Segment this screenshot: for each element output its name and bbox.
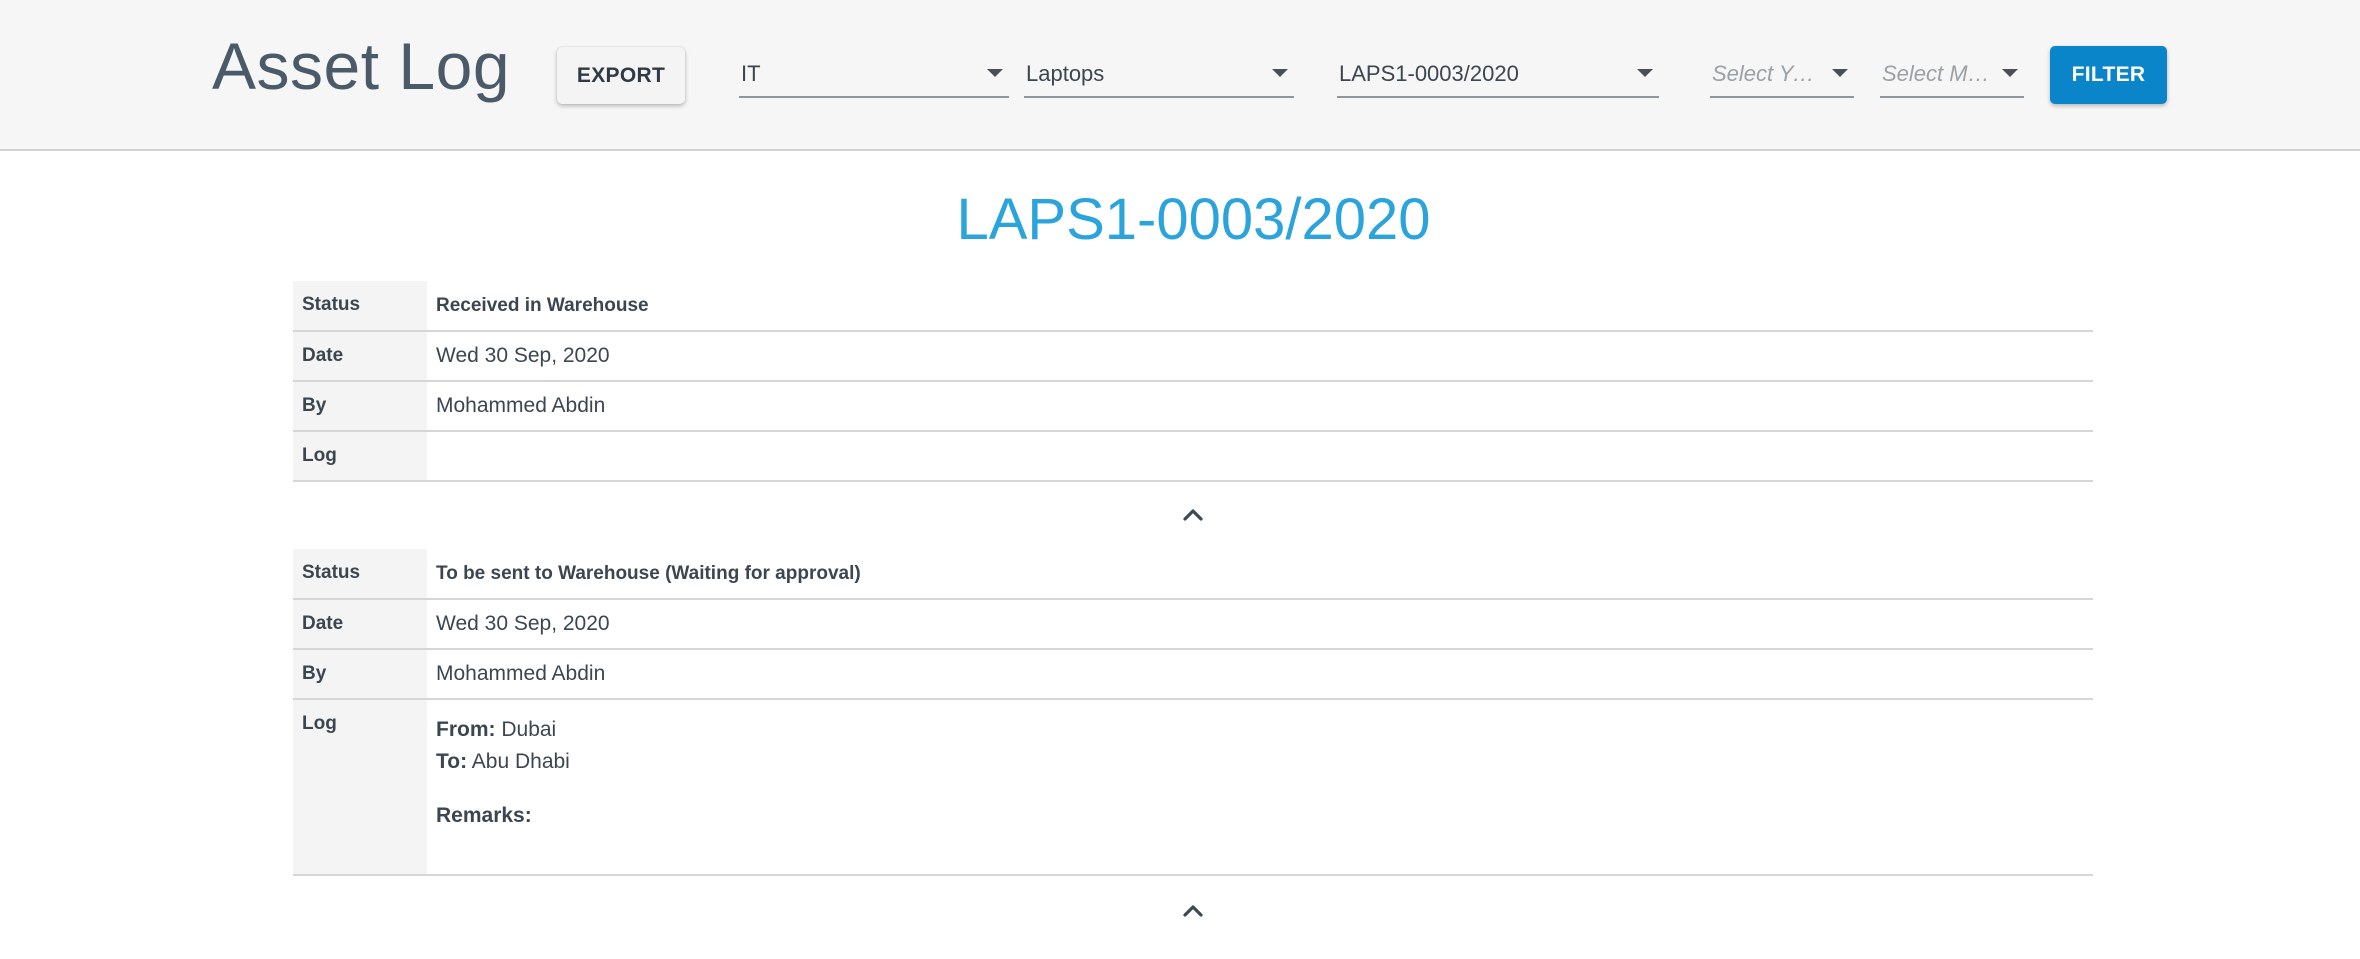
log-from-line: From: Dubai [436,714,2084,746]
log-value: From: Dubai To: Abu Dhabi Remarks: [427,699,2093,876]
log-entry-table: Status Received in Warehouse Date Wed 30… [293,281,2093,482]
category-select[interactable]: Laptops [1024,52,1294,98]
log-value [427,431,2093,482]
remarks-label: Remarks: [436,804,532,827]
dropdown-arrow-icon [987,69,1003,77]
chevron-up-icon[interactable] [1182,506,1204,522]
from-label: From: [436,718,496,741]
status-label: Status [293,281,427,332]
chevron-up-icon[interactable] [1182,902,1204,918]
dropdown-arrow-icon [1272,69,1288,77]
date-row: Date Wed 30 Sep, 2020 [293,331,2093,382]
by-label: By [293,381,427,432]
log-label: Log [293,431,427,482]
by-value: Mohammed Abdin [427,649,2093,700]
date-row: Date Wed 30 Sep, 2020 [293,599,2093,650]
log-to-line: To: Abu Dhabi [436,746,2084,778]
dropdown-arrow-icon [1637,69,1653,77]
by-label: By [293,649,427,700]
month-select[interactable]: Select Mo... [1880,52,2024,98]
page-title: Asset Log [212,29,511,103]
log-details: From: Dubai To: Abu Dhabi Remarks: [436,700,2084,832]
top-toolbar: Asset Log EXPORT IT Laptops LAPS1-0003/2… [0,0,2360,151]
date-value: Wed 30 Sep, 2020 [427,331,2093,382]
category-select-value: Laptops [1026,61,1105,86]
dropdown-arrow-icon [1832,69,1848,77]
log-label: Log [293,699,427,876]
log-row: Log [293,431,2093,482]
log-row: Log From: Dubai To: Abu Dhabi Remarks: [293,699,2093,876]
asset-title: LAPS1-0003/2020 [956,187,1431,252]
year-select[interactable]: Select Year [1710,52,1854,98]
date-value: Wed 30 Sep, 2020 [427,599,2093,650]
status-row: Status Received in Warehouse [293,281,2093,332]
to-label: To: [436,750,468,773]
dropdown-arrow-icon [2002,69,2018,77]
month-select-placeholder: Select Mo... [1882,61,1992,86]
log-entry-table: Status To be sent to Warehouse (Waiting … [293,549,2093,876]
department-select[interactable]: IT [739,52,1009,98]
by-row: By Mohammed Abdin [293,649,2093,700]
from-value: Dubai [501,718,557,741]
to-value: Abu Dhabi [471,750,570,773]
by-row: By Mohammed Abdin [293,381,2093,432]
status-label: Status [293,549,427,600]
asset-select[interactable]: LAPS1-0003/2020 [1337,52,1659,98]
department-select-value: IT [741,61,761,86]
filter-button[interactable]: FILTER [2050,46,2167,104]
by-value: Mohammed Abdin [427,381,2093,432]
status-row: Status To be sent to Warehouse (Waiting … [293,549,2093,600]
status-value: Received in Warehouse [427,281,2093,332]
status-value: To be sent to Warehouse (Waiting for app… [427,549,2093,600]
date-label: Date [293,599,427,650]
export-button[interactable]: EXPORT [557,47,685,104]
date-label: Date [293,331,427,382]
asset-select-value: LAPS1-0003/2020 [1339,61,1519,86]
log-remarks-line: Remarks: [436,800,2084,832]
year-select-placeholder: Select Year [1712,61,1822,86]
